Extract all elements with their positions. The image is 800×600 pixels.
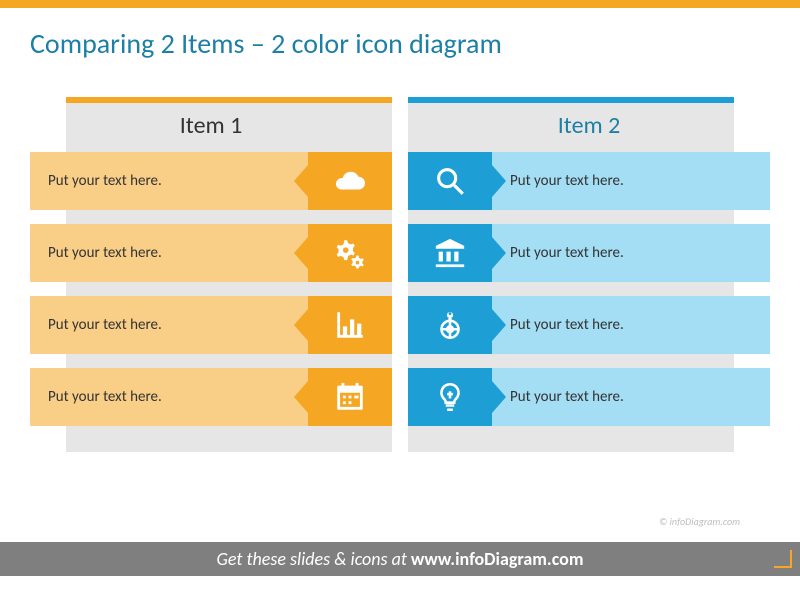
target-pin-icon [408,296,492,354]
row-text: Put your text here. [492,368,770,426]
row-text: Put your text here. [30,152,308,210]
row-text: Put your text here. [492,296,770,354]
column-header: Item 1 [30,97,392,152]
row-text: Put your text here. [30,296,308,354]
column-header: Item 2 [408,97,770,152]
calendar-icon [308,368,392,426]
row-list: Put your text here. Put your text here. … [408,152,770,426]
bar-chart-icon [308,296,392,354]
footer-text: Get these slides & icons at [217,548,407,570]
corner-bracket-icon [774,550,792,568]
list-item: Put your text here. [408,296,770,354]
list-item: Put your text here. [408,152,770,210]
top-accent-bar [0,0,800,8]
row-text: Put your text here. [30,368,308,426]
watermark-text: © infoDiagram.com [659,515,740,528]
cloud-icon [308,152,392,210]
list-item: Put your text here. [408,368,770,426]
list-item: Put your text here. [30,152,392,210]
column-item-2: Item 2 Put your text here. Put your text… [408,97,770,426]
footer-bar: Get these slides & icons at www.infoDiag… [0,542,800,576]
lightbulb-icon [408,368,492,426]
slide-title: Comparing 2 Items – 2 color icon diagram [0,8,800,61]
row-text: Put your text here. [492,224,770,282]
list-item: Put your text here. [408,224,770,282]
row-text: Put your text here. [492,152,770,210]
list-item: Put your text here. [30,296,392,354]
row-list: Put your text here. Put your text here. … [30,152,392,426]
gears-icon [308,224,392,282]
bank-icon [408,224,492,282]
comparison-content: Item 1 Put your text here. Put your text… [0,61,800,426]
list-item: Put your text here. [30,368,392,426]
list-item: Put your text here. [30,224,392,282]
magnifier-icon [408,152,492,210]
footer-domain: www.infoDiagram.com [411,548,584,570]
column-item-1: Item 1 Put your text here. Put your text… [30,97,392,426]
row-text: Put your text here. [30,224,308,282]
